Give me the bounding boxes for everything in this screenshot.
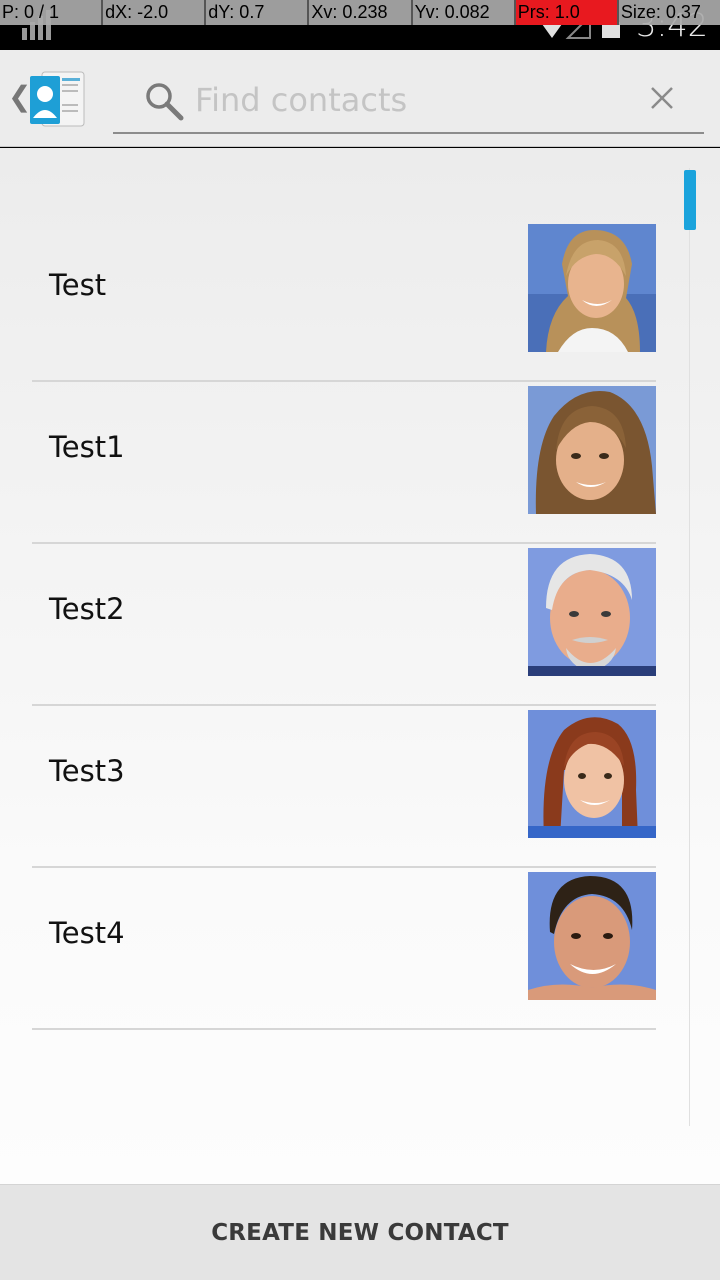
scrollbar-thumb[interactable] (684, 170, 696, 230)
debug-size: Size: 0.37 (618, 0, 720, 25)
contact-row[interactable]: Test4 (0, 868, 720, 1030)
contact-row[interactable]: Test3 (0, 706, 720, 868)
contact-name: Test2 (49, 592, 125, 626)
girl-brown-hair-photo (528, 386, 656, 514)
debug-pointer: P: 0 / 1 (0, 0, 104, 25)
scrollbar-track (689, 168, 690, 1126)
pointer-location-overlay: P: 0 / 1 dX: -2.0 dY: 0.7 Xv: 0.238 Yv: … (0, 0, 720, 25)
woman-auburn-hair-photo (528, 710, 656, 838)
contacts-app-icon[interactable] (28, 70, 86, 128)
contact-row[interactable]: Test1 (0, 382, 720, 544)
debug-xv: Xv: 0.238 (309, 0, 413, 25)
debug-yv: Yv: 0.082 (412, 0, 516, 25)
contact-photo[interactable] (528, 710, 656, 838)
debug-dx: dX: -2.0 (103, 0, 207, 25)
contact-name: Test3 (49, 754, 125, 788)
contact-photo[interactable] (528, 872, 656, 1000)
create-new-contact-button[interactable]: CREATE NEW CONTACT (211, 1220, 509, 1246)
contact-name: Test4 (49, 916, 125, 950)
contact-list: Test Test1 Test2 Test3 Test4 (0, 220, 720, 1030)
search-icon (146, 83, 184, 121)
contact-photo[interactable] (528, 224, 656, 352)
bottom-action-bar: CREATE NEW CONTACT (0, 1184, 720, 1280)
contact-row[interactable]: Test (0, 220, 720, 382)
action-bar: ❮ (0, 50, 720, 147)
contacts-list-container: Test Test1 Test2 Test3 Test4 (0, 148, 720, 1184)
search-box (113, 68, 704, 134)
contact-photo[interactable] (528, 548, 656, 676)
man-gray-beard-photo (528, 548, 656, 676)
row-divider (32, 1028, 656, 1030)
search-input[interactable] (195, 76, 635, 124)
debug-dy: dY: 0.7 (206, 0, 310, 25)
contact-name: Test (49, 268, 107, 302)
contact-row[interactable]: Test2 (0, 544, 720, 706)
close-icon[interactable] (648, 84, 676, 112)
man-dark-hair-photo (528, 872, 656, 1000)
woman-blonde-photo (528, 224, 656, 352)
debug-pressure: Prs: 1.0 (515, 0, 619, 25)
contact-name: Test1 (49, 430, 125, 464)
contact-photo[interactable] (528, 386, 656, 514)
